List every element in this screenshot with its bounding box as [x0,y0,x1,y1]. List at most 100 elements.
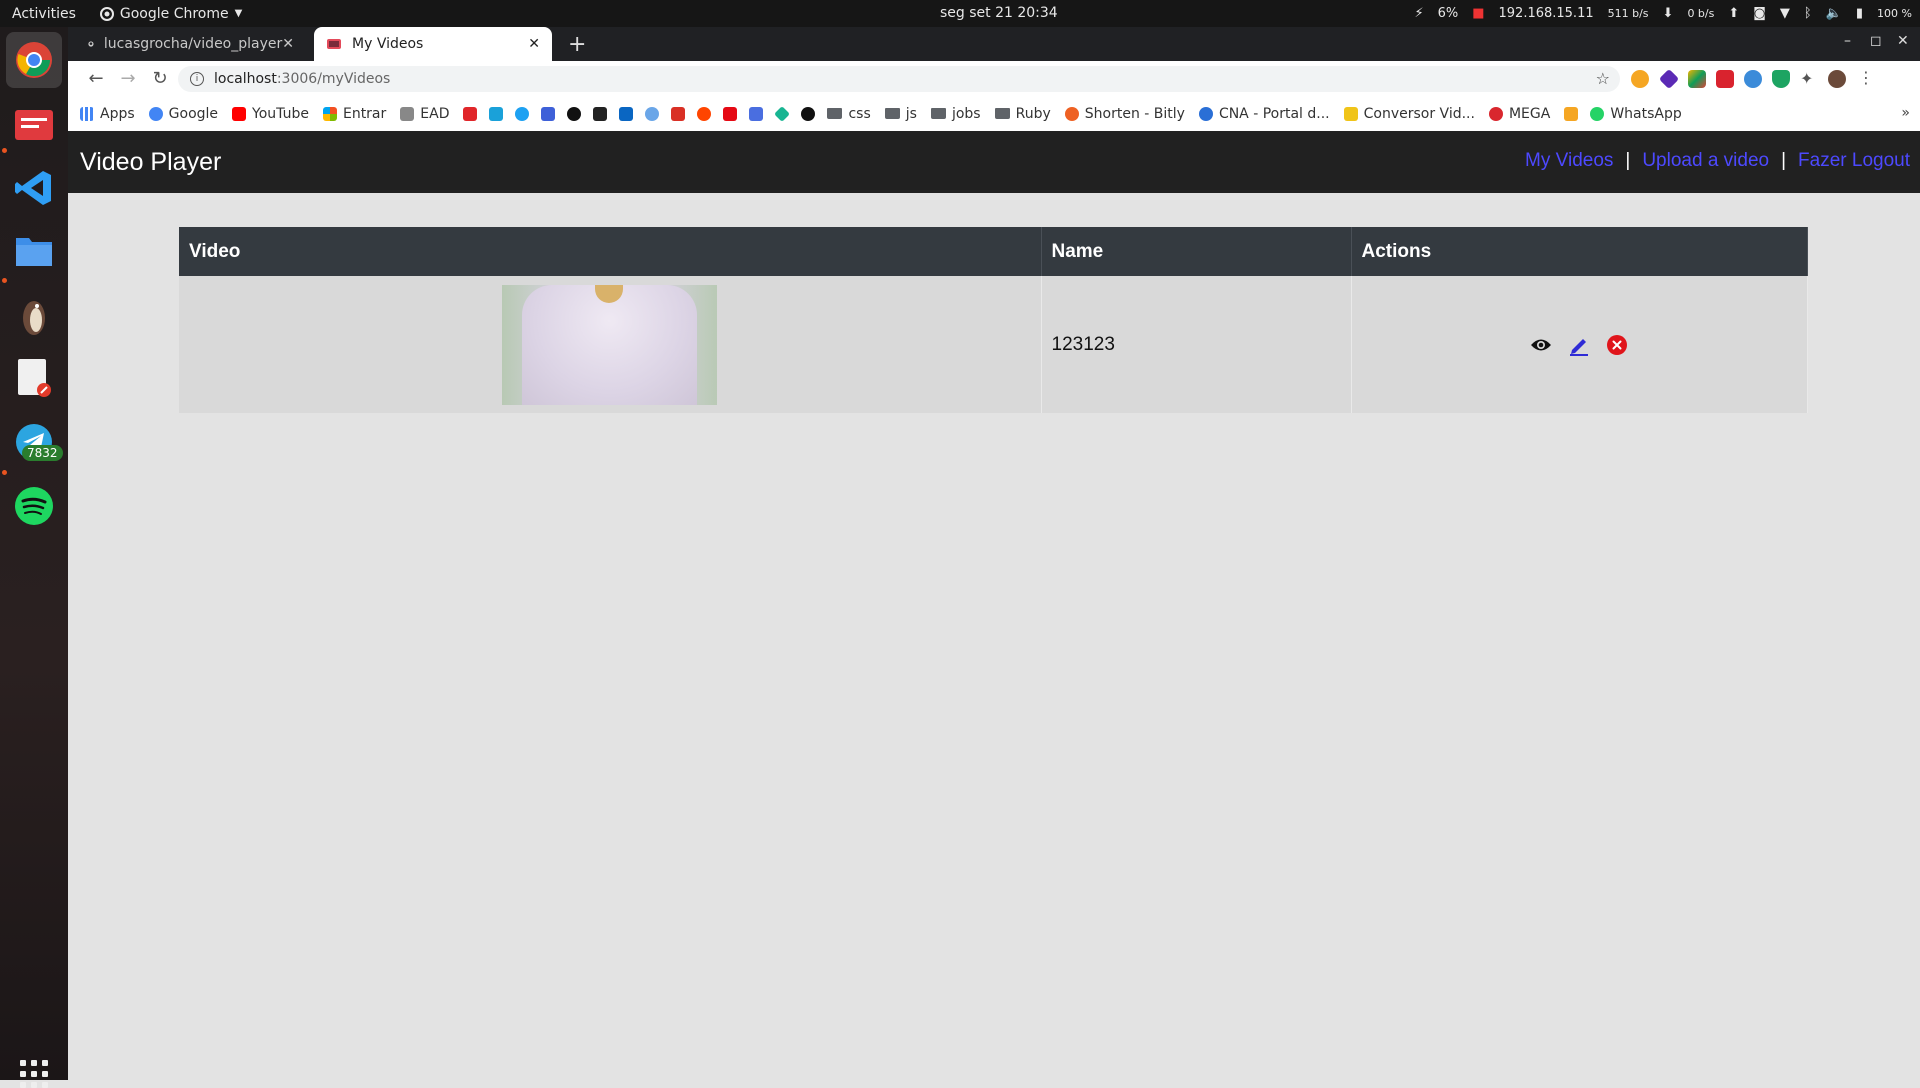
brand-title[interactable]: Video Player [80,148,221,177]
bookmark-conversor[interactable]: Conversor Vid... [1343,105,1475,122]
activities-button[interactable]: Activities [0,6,90,22]
thumbnail-shirt [522,284,698,405]
nav-logout-link[interactable]: Fazer Logout [1798,150,1910,171]
nav-my-videos-link[interactable]: My Videos [1525,150,1613,171]
upload-speed: 0 b/s [1687,7,1715,20]
bookmark-cna[interactable]: CNA - Portal d... [1198,105,1330,122]
view-eye-icon[interactable] [1530,334,1552,356]
github-icon[interactable] [567,106,582,121]
extension-gem-icon[interactable] [1658,68,1680,90]
extensions-puzzle-icon[interactable]: ✦ [1800,69,1818,88]
dock-files[interactable] [6,223,62,279]
bookmark-ead[interactable]: EAD [400,106,449,122]
video-favicon-icon [327,39,341,49]
dock-vscode[interactable] [6,160,62,216]
show-applications-button[interactable] [20,1060,48,1088]
forward-icon[interactable]: → [112,68,144,89]
text-editor-icon [18,359,51,397]
video-thumbnail[interactable] [502,284,718,405]
bookmark-apps[interactable]: Apps [80,106,135,122]
docs-icon[interactable] [749,106,764,121]
dock: 7832 [0,27,68,1088]
tab-my-videos[interactable]: My Videos ✕ [314,27,552,61]
bookmark-folder-ruby[interactable]: Ruby [994,106,1051,122]
dock-beekeeper[interactable] [6,287,62,343]
reddit-icon[interactable] [697,106,712,121]
mega-icon [1488,106,1503,121]
url-host: localhost [214,71,277,87]
cloud-icon[interactable] [645,106,660,121]
extension-shield-icon[interactable] [1772,70,1790,88]
bookmark-entrar[interactable]: Entrar [322,106,386,122]
network-icon: ■ [1472,6,1485,21]
bookmark-label: CNA - Portal d... [1218,105,1330,122]
reload-icon[interactable]: ↻ [144,68,176,89]
bookmark-youtube[interactable]: YouTube [232,106,309,122]
back-icon[interactable]: ← [80,68,112,89]
close-icon[interactable]: ✕ [528,36,540,52]
kebab-menu-icon[interactable]: ⋮ [1858,68,1876,87]
profile-avatar[interactable] [1828,70,1846,88]
bluetooth-icon: ᛒ [1803,6,1812,21]
extension-color-icon[interactable] [1688,70,1706,88]
dock-telegram[interactable] [6,414,62,470]
bookmark-folder-css[interactable]: css [827,106,871,122]
delete-x-icon[interactable] [1606,334,1628,356]
bookmark-star-icon[interactable]: ☆ [1596,69,1610,88]
cpu-usage: 6% [1437,6,1459,21]
bookmarks-overflow-icon[interactable]: » [1901,105,1910,121]
edit-pencil-icon[interactable] [1568,334,1590,356]
bookmark-google[interactable]: Google [148,106,218,122]
dock-text-editor[interactable] [6,350,62,406]
linkedin-icon[interactable] [619,106,634,121]
address-bar[interactable]: i localhost:3006/myVideos ☆ [178,66,1620,92]
chevron-down-icon: ▼ [234,8,243,19]
maximize-icon[interactable]: ◻ [1870,33,1882,49]
triangle-logo-icon[interactable] [801,106,816,121]
netflix-icon[interactable] [723,106,738,121]
diamond-icon[interactable] [774,105,791,122]
folder-icon [994,108,1010,119]
system-tray[interactable]: ⚡ 6% ■ 192.168.15.11 511 b/s ⬇ 0 b/s ⬆ ◙… [1414,0,1912,27]
cna-icon [1198,106,1213,121]
bookmark-red-logo-icon[interactable] [463,106,478,121]
arrow-down-icon: ⬇ [1662,6,1674,21]
close-window-icon[interactable]: ✕ [1897,33,1909,49]
nav-separator: | [1625,150,1631,171]
bookmark-dev-icon[interactable] [593,106,608,121]
youtube-icon [232,106,247,121]
gmail-icon[interactable] [671,106,686,121]
feather-icon [400,106,415,121]
close-icon[interactable]: ✕ [282,36,294,52]
bookmark-cf-icon[interactable] [541,106,556,121]
extension-owl-icon[interactable] [1744,70,1762,88]
dock-chrome[interactable] [6,32,62,88]
dock-spotify[interactable] [6,478,62,534]
bookmark-whatsapp[interactable]: WhatsApp [1590,106,1682,122]
url-path: :3006/myVideos [276,71,391,87]
telegram-unread-badge: 7832 [22,445,63,461]
clock[interactable]: seg set 21 20:34 [940,5,1058,21]
nav-upload-link[interactable]: Upload a video [1642,150,1769,171]
bookmark-bitly[interactable]: Shorten - Bitly [1064,106,1185,122]
new-tab-button[interactable]: + [568,32,586,57]
arrow-up-icon: ⬆ [1728,6,1740,21]
bookmark-folder-jobs[interactable]: jobs [930,106,981,122]
extension-red-icon[interactable] [1716,70,1734,88]
bookmark-label: Conversor Vid... [1363,105,1475,122]
dock-presentation[interactable] [6,97,62,153]
extension-cookie-icon[interactable] [1631,70,1649,88]
bookmark-mega[interactable]: MEGA [1488,106,1550,122]
video-name-cell: 123123 [1041,276,1352,413]
folder-icon [930,108,946,119]
bookmark-robot-icon[interactable] [489,106,504,121]
minimize-icon[interactable]: – [1844,33,1851,49]
conversor-icon [1343,106,1358,121]
site-info-icon[interactable]: i [190,72,204,86]
twitter-icon[interactable] [515,106,530,121]
flame-icon[interactable] [1564,106,1579,121]
tab-github[interactable]: lucasgrocha/video_player ✕ [76,27,306,61]
screenshot-icon: ◙ [1753,6,1766,21]
bookmark-folder-js[interactable]: js [884,106,917,122]
app-menu[interactable]: Google Chrome ▼ [90,6,242,22]
